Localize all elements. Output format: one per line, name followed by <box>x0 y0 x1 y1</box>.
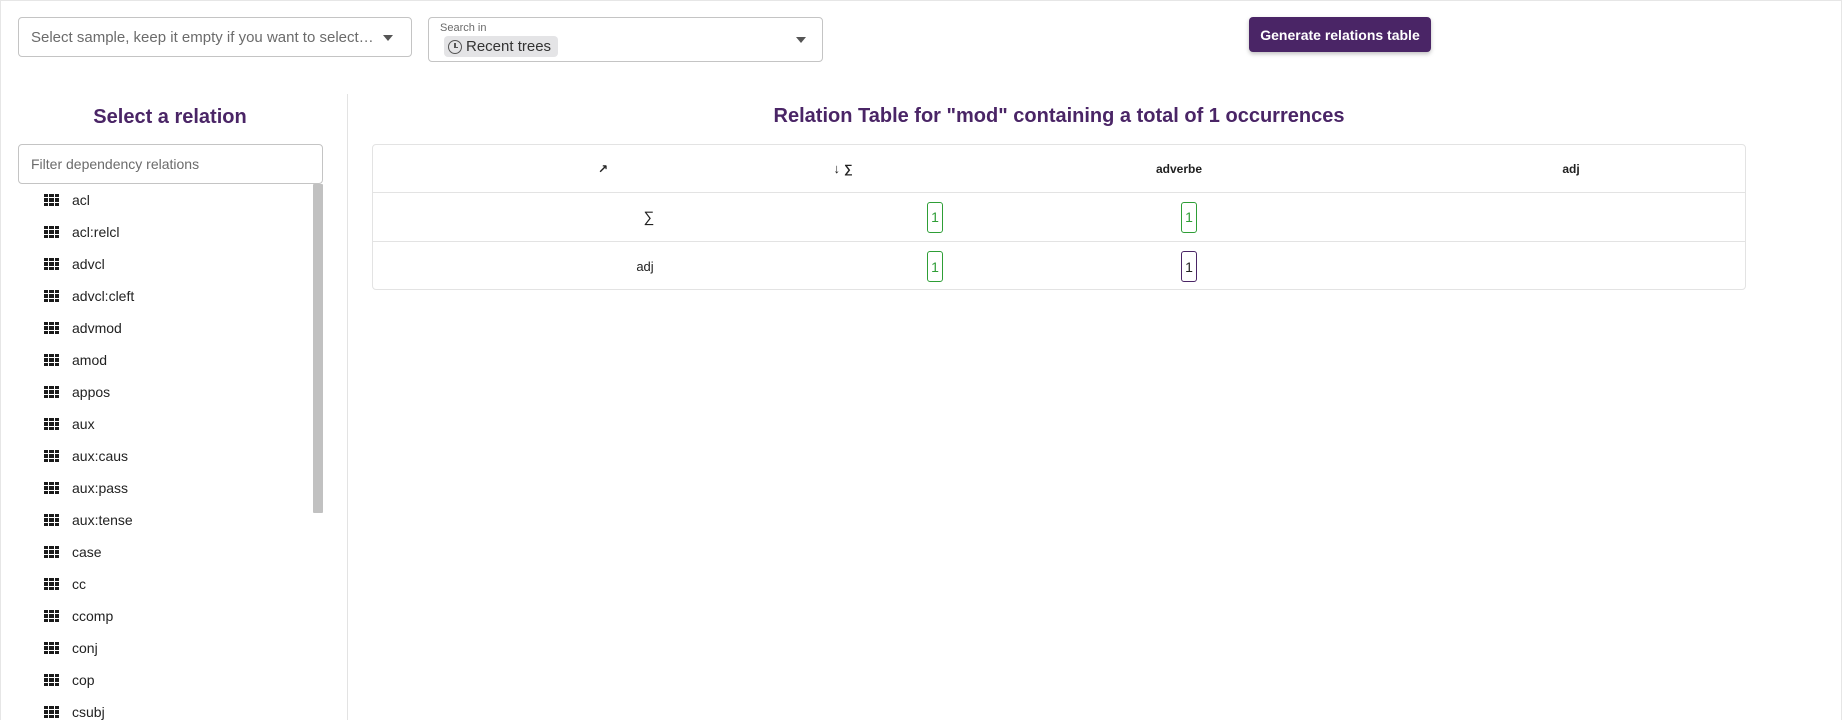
grid-icon <box>44 642 59 654</box>
grid-icon <box>44 258 59 270</box>
relation-label: aux:tense <box>72 512 133 528</box>
search-in-label: Search in <box>440 22 487 34</box>
relation-item-aux[interactable]: aux <box>18 408 323 440</box>
count-badge[interactable]: 1 <box>927 251 943 282</box>
generate-relations-table-button[interactable]: Generate relations table <box>1249 17 1431 52</box>
row-header-sum: ∑ <box>643 208 655 226</box>
grid-icon <box>44 514 59 526</box>
relation-item-aux-caus[interactable]: aux:caus <box>18 440 323 472</box>
grid-icon <box>44 194 59 206</box>
relation-item-amod[interactable]: amod <box>18 344 323 376</box>
relation-label: cop <box>72 672 95 688</box>
sample-select-placeholder: Select sample, keep it empty if you want… <box>31 28 377 46</box>
relation-label: ccomp <box>72 608 114 624</box>
relation-label: advmod <box>72 320 122 336</box>
relation-label: csubj <box>72 704 105 720</box>
relation-label: case <box>72 544 102 560</box>
relation-label: advcl <box>72 256 105 272</box>
count-badge-selected[interactable]: 1 <box>1181 251 1197 282</box>
relation-item-case[interactable]: case <box>18 536 323 568</box>
relation-label: appos <box>72 384 111 400</box>
clock-icon <box>448 39 462 54</box>
grid-icon <box>44 482 59 494</box>
grid-icon <box>44 354 59 366</box>
grid-icon <box>44 386 59 398</box>
row-header-adj: adj <box>636 259 654 274</box>
search-in-select[interactable]: Search in Recent trees <box>428 17 823 62</box>
table-corner-arrow[interactable]: ↗ <box>598 162 608 176</box>
relation-item-csubj[interactable]: csubj <box>18 696 323 720</box>
table-header-row: ↗ ↓ ∑ adverbe adj <box>373 145 1745 193</box>
grid-icon <box>44 578 59 590</box>
grid-icon <box>44 450 59 462</box>
column-header-adverbe[interactable]: adverbe <box>1156 162 1202 176</box>
recent-trees-chip[interactable]: Recent trees <box>444 36 559 57</box>
count-badge[interactable]: 1 <box>1181 201 1197 233</box>
chip-label: Recent trees <box>466 38 552 55</box>
relation-item-advcl[interactable]: advcl <box>18 248 323 280</box>
relation-sidebar: Select a relation acl acl:relcl advcl advcl… <box>0 94 348 720</box>
relation-item-advcl-cleft[interactable]: advcl:cleft <box>18 280 323 312</box>
count-badge[interactable]: 1 <box>927 201 943 233</box>
grid-icon <box>44 706 59 718</box>
relation-item-cop[interactable]: cop <box>18 664 323 696</box>
relation-label: cc <box>72 576 86 592</box>
grid-icon <box>44 226 59 238</box>
table-row: ∑ 1 1 <box>373 193 1745 242</box>
grid-icon <box>44 610 59 622</box>
relation-item-aux-pass[interactable]: aux:pass <box>18 472 323 504</box>
table-row: adj 1 1 <box>373 242 1745 291</box>
relation-label: aux:pass <box>72 480 129 496</box>
sidebar-title: Select a relation <box>93 106 247 128</box>
relation-label: amod <box>72 352 108 368</box>
relation-item-cc[interactable]: cc <box>18 568 323 600</box>
relation-item-aux-tense[interactable]: aux:tense <box>18 504 323 536</box>
grid-icon <box>44 418 59 430</box>
relation-item-advmod[interactable]: advmod <box>18 312 323 344</box>
filter-relations-input[interactable] <box>18 144 323 184</box>
relation-item-appos[interactable]: appos <box>18 376 323 408</box>
grid-icon <box>44 546 59 558</box>
relation-table: ↗ ↓ ∑ adverbe adj ∑ 1 1 adj 1 1 <box>372 144 1746 290</box>
chevron-down-icon[interactable] <box>383 35 393 41</box>
relation-label: conj <box>72 640 98 656</box>
relation-label: aux:caus <box>72 448 129 464</box>
relation-list-scrollbar[interactable] <box>313 184 323 513</box>
relation-label: aux <box>72 416 95 432</box>
relation-item-conj[interactable]: conj <box>18 632 323 664</box>
grid-icon <box>44 290 59 302</box>
relation-table-title: Relation Table for "mod" containing a to… <box>773 105 1345 127</box>
relation-label: advcl:cleft <box>72 288 135 304</box>
chevron-down-icon[interactable] <box>796 37 806 43</box>
sort-down-icon[interactable]: ↓ <box>833 161 840 176</box>
relation-item-acl-relcl[interactable]: acl:relcl <box>18 216 323 248</box>
relation-item-ccomp[interactable]: ccomp <box>18 600 323 632</box>
relation-label: acl:relcl <box>72 224 120 240</box>
grid-icon <box>44 674 59 686</box>
relation-label: acl <box>72 192 90 208</box>
sample-select[interactable]: Select sample, keep it empty if you want… <box>18 17 412 57</box>
relation-list: acl acl:relcl advcl advcl:cleft advmod amod ap… <box>18 184 323 720</box>
relation-item-acl[interactable]: acl <box>18 184 323 216</box>
sum-column-header[interactable]: ∑ <box>844 162 853 176</box>
grid-icon <box>44 322 59 334</box>
column-header-adj[interactable]: adj <box>1562 162 1579 176</box>
